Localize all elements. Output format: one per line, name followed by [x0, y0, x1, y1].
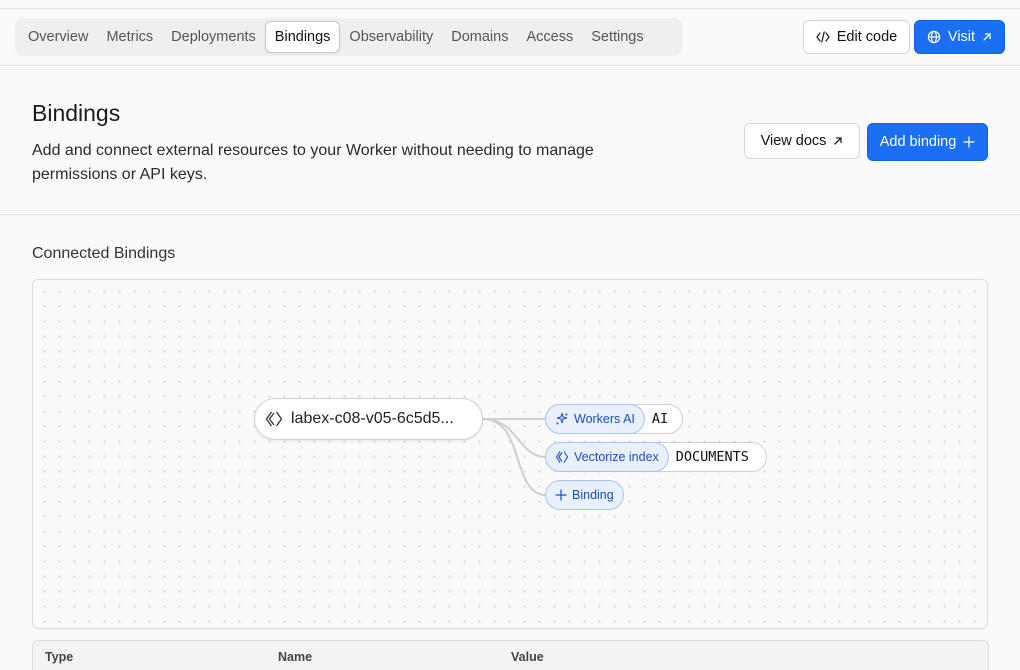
- add-binding-pill-label: Binding: [572, 488, 614, 502]
- bindings-table-header: Type Name Value: [32, 640, 989, 670]
- add-binding-pill[interactable]: Binding: [545, 480, 624, 510]
- section-divider: [0, 214, 1020, 215]
- tab-deployments[interactable]: Deployments: [162, 21, 265, 53]
- arrow-up-right-icon: [982, 32, 992, 42]
- tab-settings[interactable]: Settings: [582, 21, 652, 53]
- binding-row-ai[interactable]: Workers AI AI: [545, 404, 683, 434]
- add-binding-button[interactable]: Add binding: [867, 123, 988, 161]
- add-binding-label: Add binding: [879, 134, 957, 150]
- binding-name: AI: [651, 411, 669, 427]
- tab-domains[interactable]: Domains: [442, 21, 517, 53]
- tab-bindings[interactable]: Bindings: [264, 21, 341, 53]
- binding-name: DOCUMENTS: [675, 449, 749, 465]
- column-name: Name: [278, 650, 313, 664]
- worker-diamond-icon: [265, 410, 283, 428]
- top-divider: [0, 8, 1020, 9]
- edit-code-button[interactable]: Edit code: [803, 20, 910, 54]
- add-binding-node[interactable]: Binding: [545, 480, 624, 510]
- tab-overview[interactable]: Overview: [19, 21, 97, 53]
- connected-bindings-title: Connected Bindings: [32, 245, 176, 262]
- plus-icon: [963, 136, 975, 148]
- tab-metrics[interactable]: Metrics: [97, 21, 162, 53]
- binding-row-documents[interactable]: Vectorize index DOCUMENTS: [545, 442, 767, 472]
- code-icon: [816, 31, 830, 43]
- view-docs-label: View docs: [760, 133, 827, 149]
- tab-access[interactable]: Access: [517, 21, 582, 53]
- diamond-icon: [555, 450, 569, 464]
- edit-code-label: Edit code: [836, 29, 898, 45]
- tab-bar: Overview Metrics Deployments Bindings Ob…: [15, 18, 682, 56]
- view-docs-button[interactable]: View docs: [744, 123, 860, 159]
- binding-type-label: Workers AI: [574, 412, 635, 426]
- page-title: Bindings: [32, 100, 121, 126]
- globe-icon: [927, 30, 941, 44]
- arrow-up-right-icon: [833, 136, 843, 146]
- plus-icon: [555, 489, 567, 501]
- worker-node[interactable]: labex-c08-v05-6c5d5...: [254, 398, 483, 440]
- bindings-graph-canvas[interactable]: labex-c08-v05-6c5d5... Workers AI AI Vec…: [32, 279, 988, 629]
- sparkle-icon: [555, 412, 569, 426]
- visit-label: Visit: [947, 29, 976, 45]
- workers-ai-pill[interactable]: Workers AI: [545, 404, 645, 434]
- graph-edges: [482, 418, 547, 496]
- column-type: Type: [45, 650, 74, 664]
- header-divider: [0, 65, 1020, 66]
- column-value: Value: [511, 650, 544, 664]
- tab-observability[interactable]: Observability: [340, 21, 442, 53]
- vectorize-index-pill[interactable]: Vectorize index: [545, 442, 669, 472]
- page-description: Add and connect external resources to yo…: [32, 142, 594, 183]
- visit-button[interactable]: Visit: [914, 20, 1005, 54]
- worker-name: labex-c08-v05-6c5d5...: [291, 410, 454, 427]
- binding-type-label: Vectorize index: [574, 450, 659, 464]
